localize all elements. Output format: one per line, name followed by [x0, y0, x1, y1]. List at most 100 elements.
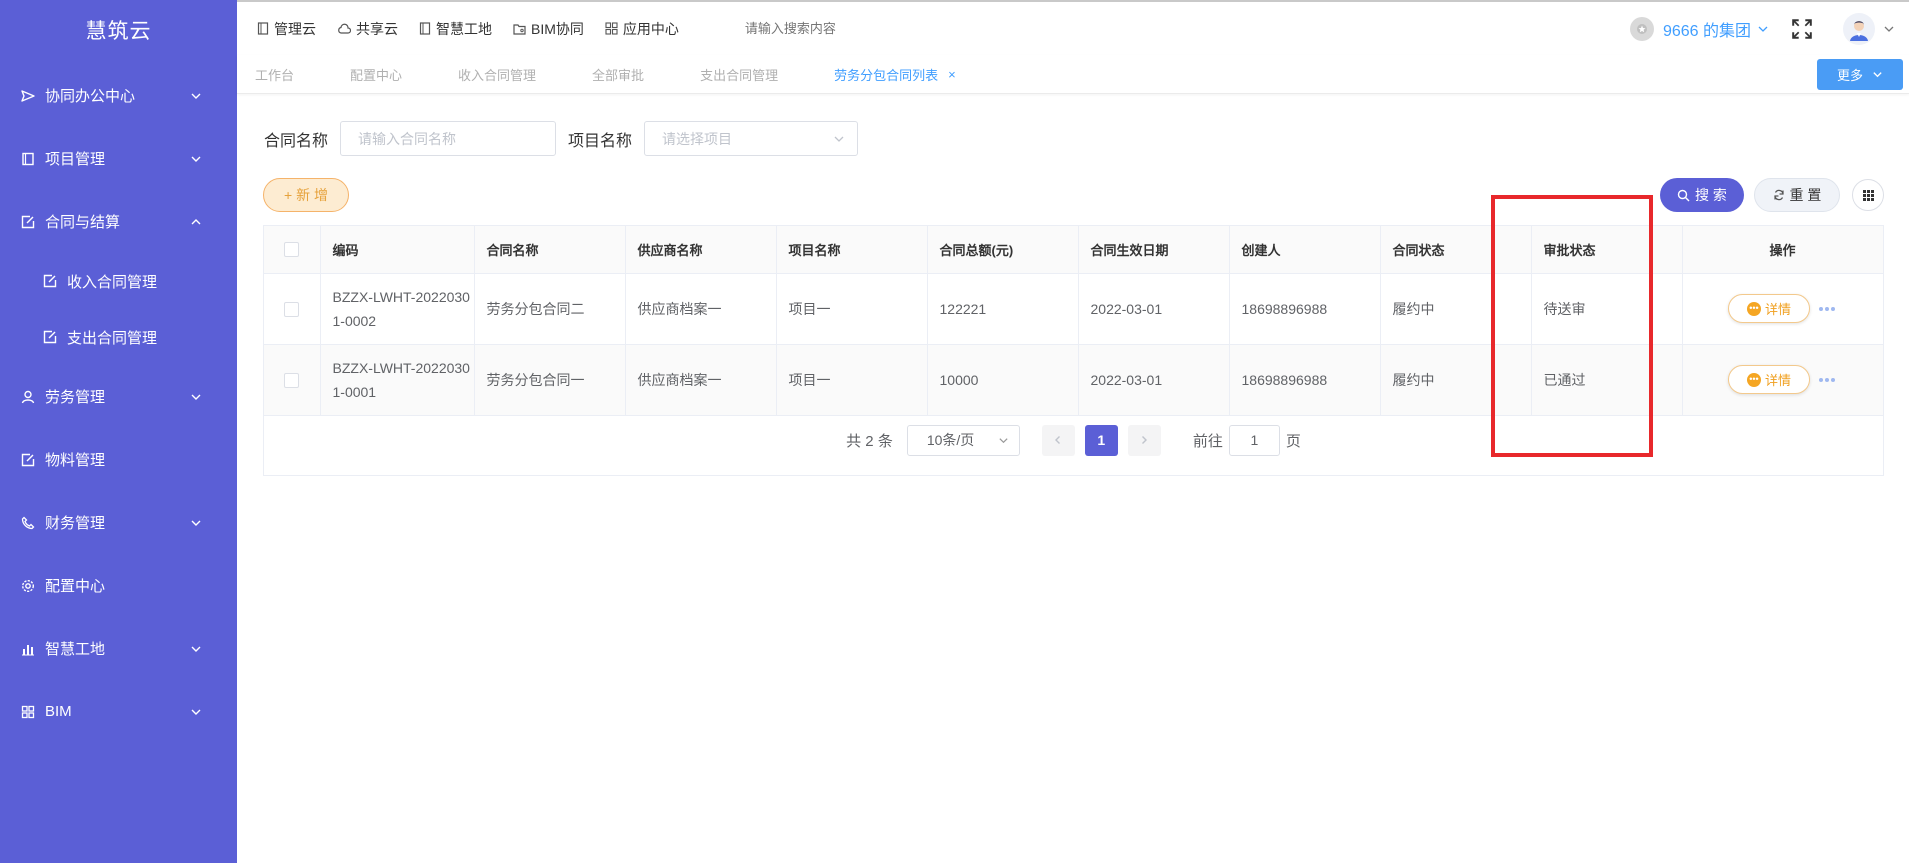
- column-header: 合同状态: [1380, 226, 1532, 274]
- sidebar-item-label: 劳务管理: [45, 389, 106, 406]
- org-switcher[interactable]: 9666 的集团: [1629, 16, 1769, 41]
- more-actions-icon[interactable]: [1819, 306, 1837, 311]
- column-header: 合同名称: [474, 226, 626, 274]
- code-cell: BZZX-LWHT-20220301-0002: [320, 273, 475, 345]
- column-header: 创建人: [1229, 226, 1381, 274]
- chevron-down-icon: [191, 520, 201, 526]
- chevron-down-icon: [191, 156, 201, 162]
- goto-prefix: 前往: [1192, 432, 1223, 450]
- chevron-down-icon: [999, 437, 1008, 443]
- topnav-app-center[interactable]: 应用中心: [605, 19, 679, 39]
- action-cell: ••• 详情: [1682, 273, 1884, 345]
- contract-code: BZZX-LWHT-20220301-0001: [332, 359, 470, 400]
- sidebar-subitem-income-contract[interactable]: 收入合同管理: [0, 253, 237, 309]
- org-name: 9666 的集团: [1662, 22, 1751, 40]
- contract-code: BZZX-LWHT-20220301-0002: [332, 288, 470, 329]
- column-header: 审批状态: [1531, 226, 1683, 274]
- bar-chart-icon: [20, 641, 35, 656]
- book-icon: [20, 151, 35, 166]
- more-actions-icon[interactable]: [1819, 377, 1837, 382]
- topnav-smart-site[interactable]: 智慧工地: [419, 19, 492, 39]
- fullscreen-icon[interactable]: [1791, 18, 1813, 40]
- chevron-up-icon: [191, 218, 201, 224]
- reset-button[interactable]: 重 置: [1754, 178, 1840, 212]
- grid-icon: [20, 704, 35, 719]
- goto-suffix: 页: [1285, 432, 1301, 450]
- page-size-select[interactable]: 10条/页: [906, 424, 1020, 456]
- sidebar-item-collab-office[interactable]: 协同办公中心: [0, 64, 237, 127]
- gear-icon: [20, 578, 35, 593]
- topnav-label: 管理云: [274, 20, 316, 37]
- column-settings-button[interactable]: [1852, 179, 1884, 211]
- select-all-checkbox[interactable]: [284, 242, 300, 258]
- apps-icon: [605, 22, 618, 35]
- column-header: 合同总额(元): [927, 226, 1079, 274]
- sidebar-subitem-label: 收入合同管理: [67, 273, 158, 291]
- detail-button[interactable]: ••• 详情: [1728, 365, 1810, 394]
- table-row: BZZX-LWHT-20220301-0002 劳务分包合同二 供应商档案一 项…: [264, 273, 1884, 345]
- sidebar-item-labor[interactable]: 劳务管理: [0, 365, 237, 428]
- topnav-bim[interactable]: BIM协同: [513, 19, 584, 39]
- sidebar-item-label: 协同办公中心: [45, 88, 136, 105]
- close-icon[interactable]: ×: [948, 67, 956, 82]
- tab-label: 全部审批: [592, 67, 645, 83]
- detail-label: 详情: [1764, 373, 1791, 388]
- more-button[interactable]: 更多: [1817, 59, 1903, 90]
- doc-icon: [257, 22, 269, 35]
- page-tabs: 工作台 配置中心 收入合同管理 全部审批 支出合同管理 劳务分包合同列表 × 更…: [237, 55, 1909, 94]
- project-name-label: 项目名称: [568, 132, 633, 150]
- sidebar-item-label: BIM: [45, 703, 72, 720]
- contract-name-input[interactable]: [340, 121, 557, 156]
- tab-label: 劳务分包合同列表: [834, 67, 939, 83]
- user-icon: [20, 389, 35, 404]
- column-header: 编码: [320, 226, 475, 274]
- detail-label: 详情: [1764, 302, 1791, 317]
- topnav-management-cloud[interactable]: 管理云: [257, 19, 316, 39]
- top-header: 管理云 共享云 智慧工地 BIM协同 应用中心 9666 的集团: [237, 0, 1909, 55]
- tab-labor-subcontract-list[interactable]: 劳务分包合同列表 ×: [834, 65, 956, 84]
- tab-expense-contract[interactable]: 支出合同管理: [700, 65, 778, 84]
- user-avatar[interactable]: [1843, 12, 1875, 45]
- row-checkbox[interactable]: [284, 301, 300, 317]
- add-button[interactable]: + 新 增: [263, 178, 349, 212]
- chevron-down-icon[interactable]: [1883, 23, 1895, 35]
- sidebar-item-smart-site[interactable]: 智慧工地: [0, 617, 237, 680]
- chevron-left-icon: [1055, 436, 1061, 444]
- prev-page-button[interactable]: [1041, 424, 1075, 456]
- tab-config-center[interactable]: 配置中心: [350, 65, 402, 84]
- goto-page-input[interactable]: [1228, 424, 1280, 456]
- tab-workbench[interactable]: 工作台: [255, 65, 294, 84]
- amount-cell: 122221: [927, 273, 1079, 345]
- global-search-input[interactable]: [744, 21, 985, 36]
- sidebar-item-finance[interactable]: 财务管理: [0, 491, 237, 554]
- page-button-current[interactable]: 1: [1084, 424, 1118, 456]
- more-circle-icon: •••: [1746, 372, 1761, 387]
- add-label: + 新 增: [284, 187, 328, 203]
- folder-icon: [513, 23, 526, 35]
- sidebar-item-bim[interactable]: BIM: [0, 680, 237, 743]
- row-select-cell: [264, 273, 321, 345]
- sidebar-item-material[interactable]: 物料管理: [0, 428, 237, 491]
- tab-all-approvals[interactable]: 全部审批: [592, 65, 644, 84]
- edit-doc-icon: [43, 330, 57, 344]
- search-button[interactable]: 搜 索: [1660, 178, 1744, 212]
- row-checkbox[interactable]: [284, 372, 300, 388]
- chevron-down-icon: [834, 136, 844, 142]
- project-select[interactable]: 请选择项目: [644, 121, 859, 156]
- column-header: 操作: [1682, 226, 1884, 274]
- chevron-down-icon: [191, 709, 201, 715]
- next-page-button[interactable]: [1127, 424, 1161, 456]
- sidebar: 慧筑云 协同办公中心 项目管理 合同与结算 收入合同管理 支出合同管理 劳务管理…: [0, 0, 237, 863]
- detail-button[interactable]: ••• 详情: [1728, 294, 1810, 323]
- topnav-share-cloud[interactable]: 共享云: [337, 19, 398, 39]
- tab-income-contract[interactable]: 收入合同管理: [458, 65, 536, 84]
- sidebar-item-config[interactable]: 配置中心: [0, 554, 237, 617]
- chevron-down-icon: [191, 646, 201, 652]
- sidebar-item-project[interactable]: 项目管理: [0, 127, 237, 190]
- edit-doc-icon: [20, 214, 35, 229]
- chevron-down-icon: [191, 93, 201, 99]
- sidebar-item-contract[interactable]: 合同与结算: [0, 190, 237, 253]
- sidebar-item-label: 项目管理: [45, 151, 106, 168]
- sidebar-item-label: 配置中心: [45, 578, 106, 595]
- sidebar-subitem-expense-contract[interactable]: 支出合同管理: [0, 309, 237, 365]
